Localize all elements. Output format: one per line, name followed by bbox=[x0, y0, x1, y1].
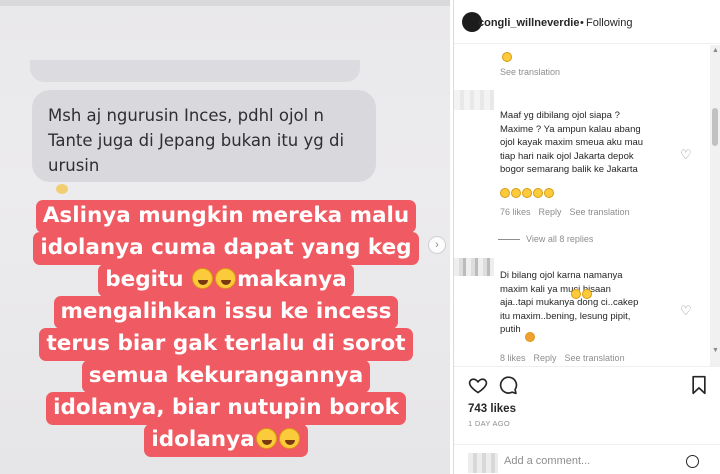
scroll-up-arrow-icon[interactable]: ▲ bbox=[712, 47, 719, 54]
like-count[interactable]: 743 likes bbox=[468, 403, 516, 415]
laughing-emoji-icon bbox=[192, 268, 214, 289]
scroll-down-arrow-icon[interactable]: ▼ bbox=[712, 347, 719, 354]
see-translation-link[interactable]: See translation bbox=[570, 207, 630, 217]
caption-overlay: Aslinya mungkin mereka malu idolanya cum… bbox=[20, 200, 432, 457]
comment-inline-emojis bbox=[571, 285, 593, 303]
comment-likes[interactable]: 8 likes bbox=[500, 353, 526, 363]
see-translation-link[interactable]: See translation bbox=[500, 67, 560, 77]
commenter-avatar[interactable] bbox=[454, 90, 494, 110]
laughing-emoji-icon bbox=[511, 188, 521, 198]
laughing-emoji-icon bbox=[502, 48, 513, 66]
caption-line: idolanya bbox=[144, 424, 308, 457]
caption-line-text: makanya bbox=[237, 267, 347, 292]
bookmark-icon[interactable] bbox=[690, 375, 708, 395]
comment-icon[interactable] bbox=[498, 375, 518, 395]
comment-text: Di bilang ojol karna namanya maxim kali … bbox=[500, 270, 639, 335]
comments-list[interactable]: See translation Maaf yg dibilang ojol si… bbox=[454, 45, 720, 366]
laughing-emoji-icon bbox=[278, 428, 300, 449]
caption-line: semua kekurangannya bbox=[81, 360, 371, 393]
comment-heart-icon[interactable]: ♡ bbox=[680, 147, 692, 163]
caption-line: terus biar gak terlalu di sorot bbox=[39, 328, 413, 361]
laughing-emoji-icon bbox=[571, 289, 581, 299]
reply-button[interactable]: Reply bbox=[539, 207, 562, 217]
previous-chat-bubble bbox=[30, 60, 360, 82]
comment-meta: 76 likes Reply See translation bbox=[500, 207, 638, 217]
caption-line: idolanya cuma dapat yang keg bbox=[33, 232, 419, 265]
comment-likes[interactable]: 76 likes bbox=[500, 207, 531, 217]
scrollbar-thumb[interactable] bbox=[712, 108, 718, 146]
post-sidebar: congli_willneverdie • Following See tran… bbox=[453, 0, 720, 474]
see-translation-link[interactable]: See translation bbox=[565, 353, 625, 363]
caption-line: mengalihkan issu ke incess bbox=[53, 296, 399, 329]
comment-meta: 8 likes Reply See translation bbox=[500, 353, 633, 363]
following-button[interactable]: Following bbox=[586, 17, 632, 29]
chat-bubble-text: Msh aj ngurusin Inces, pdhl ojol n Tante… bbox=[48, 106, 345, 175]
laughing-emoji-icon bbox=[215, 268, 237, 289]
post-actions: 743 likes 1 DAY AGO bbox=[454, 366, 720, 432]
laughing-emoji-icon bbox=[533, 188, 543, 198]
caption-line: begitu makanya bbox=[98, 264, 354, 297]
heart-eyes-emoji-icon bbox=[525, 328, 536, 346]
laughing-emoji-icon bbox=[255, 428, 277, 449]
add-comment-input[interactable] bbox=[504, 452, 674, 470]
commenter-avatar[interactable] bbox=[454, 258, 494, 276]
chat-bubble: Msh aj ngurusin Inces, pdhl ojol n Tante… bbox=[32, 90, 376, 182]
laughing-emoji-icon bbox=[522, 188, 532, 198]
current-user-avatar bbox=[468, 453, 498, 473]
caption-line-text: begitu bbox=[105, 267, 184, 292]
post-header: congli_willneverdie • Following bbox=[454, 0, 720, 44]
reply-button[interactable]: Reply bbox=[534, 353, 557, 363]
comment-text: Maaf yg dibilang ojol siapa ? Maxime ? Y… bbox=[500, 110, 644, 175]
comment-heart-icon[interactable]: ♡ bbox=[680, 303, 692, 319]
laughing-emoji-icon bbox=[582, 289, 592, 299]
caption-line-text: idolanya bbox=[151, 427, 255, 452]
laughing-emoji-icon bbox=[500, 188, 510, 198]
next-slide-button[interactable]: › bbox=[428, 236, 446, 254]
caption-line: idolanya, biar nutupin borok bbox=[46, 392, 406, 425]
image-top-strip bbox=[0, 0, 450, 6]
username-link[interactable]: congli_willneverdie bbox=[478, 17, 579, 29]
laughing-emoji-icon bbox=[544, 188, 554, 198]
post-image: Msh aj ngurusin Inces, pdhl ojol n Tante… bbox=[0, 0, 450, 474]
comments-scrollbar[interactable] bbox=[710, 45, 720, 366]
caption-line: Aslinya mungkin mereka malu bbox=[35, 200, 417, 233]
view-all-replies-button[interactable]: View all 8 replies bbox=[498, 234, 593, 244]
sticker-emoji bbox=[56, 184, 68, 194]
header-separator: • bbox=[580, 17, 584, 29]
add-comment-bar bbox=[454, 444, 720, 474]
comment-emoji-row bbox=[500, 184, 555, 202]
emoji-picker-icon[interactable] bbox=[686, 455, 699, 468]
heart-icon[interactable] bbox=[468, 375, 488, 395]
post-date: 1 DAY AGO bbox=[468, 419, 511, 428]
